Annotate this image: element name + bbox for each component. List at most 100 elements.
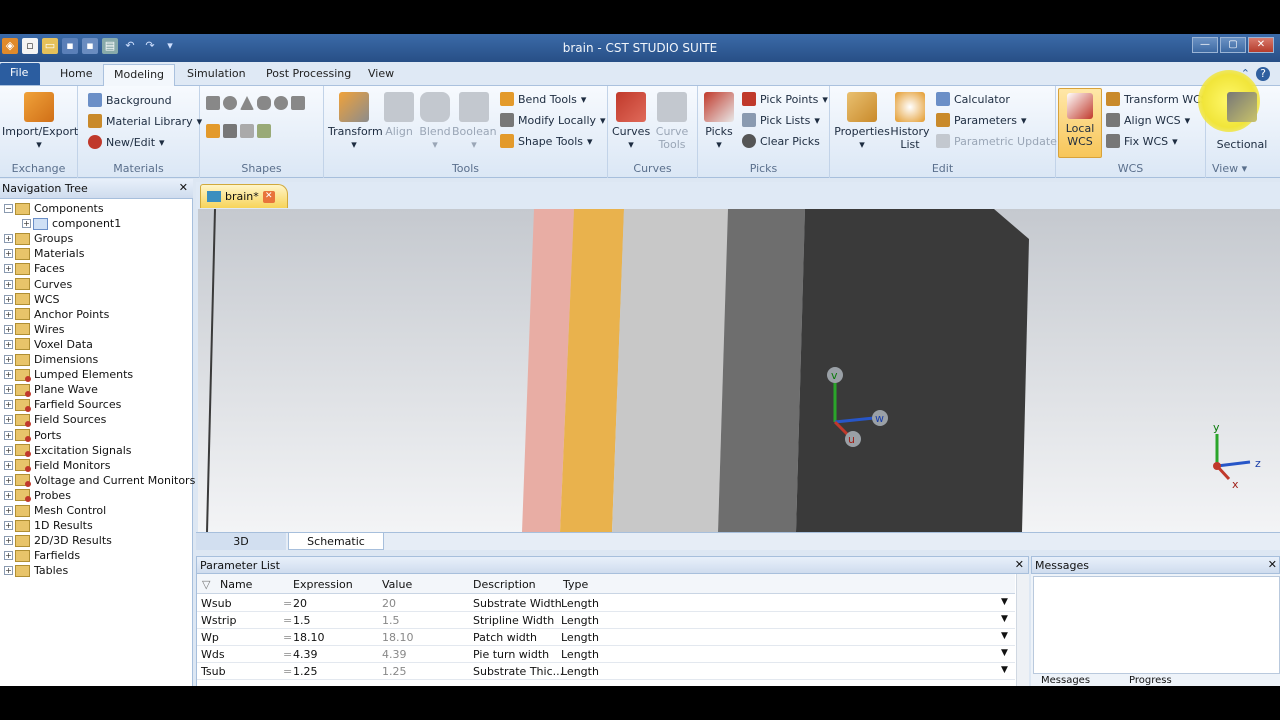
filter-icon[interactable]: ▽ xyxy=(202,578,210,591)
calculator-button[interactable]: Calculator xyxy=(936,92,1010,106)
expand-icon[interactable]: + xyxy=(4,445,13,455)
blend-button[interactable]: Blend ▾ xyxy=(418,92,452,151)
tree-item[interactable]: + Probes xyxy=(0,488,71,503)
pick-lists-button[interactable]: Pick Lists ▾ xyxy=(742,113,820,127)
expand-icon[interactable]: + xyxy=(4,370,13,380)
expand-icon[interactable]: + xyxy=(4,415,13,425)
fix-wcs-button[interactable]: Fix WCS ▾ xyxy=(1106,134,1178,148)
tree-item[interactable]: + Materials xyxy=(0,246,84,261)
cell-expression[interactable]: 20 xyxy=(293,597,307,610)
expand-icon[interactable]: + xyxy=(4,400,13,410)
parameter-table-scrollbar[interactable] xyxy=(1016,574,1029,686)
tree-item[interactable]: + Faces xyxy=(0,261,65,276)
tree-item[interactable]: + Curves xyxy=(0,277,72,292)
tree-item[interactable]: + Plane Wave xyxy=(0,382,98,397)
table-row[interactable]: = Wp 18.10 18.10 Patch width Length ▼ xyxy=(197,629,1015,646)
expand-icon[interactable]: + xyxy=(4,234,13,244)
align-button[interactable]: Align xyxy=(382,92,416,138)
expand-icon[interactable]: + xyxy=(4,566,13,576)
cell-description[interactable]: Stripline Width xyxy=(473,614,554,627)
sectional-view-button[interactable]: Sectional xyxy=(1210,92,1274,151)
tab-post-processing[interactable]: Post Processing xyxy=(256,64,361,86)
expand-icon[interactable]: + xyxy=(4,551,13,561)
sweep-icon[interactable] xyxy=(257,124,271,138)
tree-item[interactable]: + Dimensions xyxy=(0,352,98,367)
tab-schematic[interactable]: Schematic xyxy=(288,533,384,550)
expand-icon[interactable]: + xyxy=(4,324,13,334)
3d-viewport[interactable]: v w u y z x xyxy=(198,209,1280,532)
column-value[interactable]: Value xyxy=(382,578,412,591)
curve-tools-button[interactable]: Curve Tools xyxy=(652,92,692,151)
expand-icon[interactable]: + xyxy=(4,294,13,304)
close-tab-icon[interactable]: ✕ xyxy=(262,190,275,203)
expand-icon[interactable]: + xyxy=(22,219,31,229)
properties-button[interactable]: Properties ▾ xyxy=(834,92,890,151)
extrude-icon[interactable] xyxy=(206,124,220,138)
expand-icon[interactable]: + xyxy=(4,264,13,274)
material-library-button[interactable]: Material Library ▾ xyxy=(88,114,202,128)
tree-item[interactable]: + Voxel Data xyxy=(0,337,93,352)
table-row[interactable]: = Tsub 1.25 1.25 Substrate Thic... Length ▼ xyxy=(197,663,1015,680)
type-dropdown-icon[interactable]: ▼ xyxy=(1001,631,1008,641)
cell-name[interactable]: Wstrip xyxy=(201,614,236,627)
cell-name[interactable]: Tsub xyxy=(201,665,226,678)
cell-expression[interactable]: 4.39 xyxy=(293,648,318,661)
shape-more-icon[interactable] xyxy=(291,96,305,110)
cell-description[interactable]: Substrate Thic... xyxy=(473,665,563,678)
tab-home[interactable]: Home xyxy=(50,64,102,86)
type-dropdown-icon[interactable]: ▼ xyxy=(1001,614,1008,624)
close-button[interactable]: ✕ xyxy=(1248,37,1274,53)
sphere-icon[interactable] xyxy=(223,96,237,110)
parameters-button[interactable]: Parameters ▾ xyxy=(936,113,1027,127)
tree-item[interactable]: + component1 xyxy=(0,216,121,231)
column-expression[interactable]: Expression xyxy=(293,578,353,591)
maximize-button[interactable]: ▢ xyxy=(1220,37,1246,53)
column-type[interactable]: Type xyxy=(563,578,588,591)
tree-item[interactable]: + Field Sources xyxy=(0,412,106,427)
new-edit-material-button[interactable]: New/Edit ▾ xyxy=(88,135,165,149)
clear-picks-button[interactable]: Clear Picks xyxy=(742,134,820,148)
transform-wcs-button[interactable]: Transform WCS xyxy=(1106,92,1208,106)
tree-item[interactable]: + Voltage and Current Monitors xyxy=(0,473,195,488)
cell-expression[interactable]: 1.5 xyxy=(293,614,311,627)
tree-item[interactable]: + Excitation Signals xyxy=(0,443,132,458)
expand-icon[interactable]: + xyxy=(4,355,13,364)
expand-icon[interactable]: + xyxy=(4,521,13,531)
tree-item[interactable]: +1D Results xyxy=(0,518,93,533)
brick-icon[interactable] xyxy=(206,96,220,110)
minimize-button[interactable]: — xyxy=(1192,37,1218,53)
cylinder-icon[interactable] xyxy=(274,96,288,110)
type-dropdown-icon[interactable]: ▼ xyxy=(1001,665,1008,675)
cell-name[interactable]: Wsub xyxy=(201,597,232,610)
tab-modeling[interactable]: Modeling xyxy=(103,64,176,86)
cell-name[interactable]: Wds xyxy=(201,648,225,661)
table-row[interactable]: = Wsub 20 20 Substrate Width Length ▼ xyxy=(197,595,1015,612)
tab-3d[interactable]: 3D xyxy=(196,533,286,550)
boolean-button[interactable]: Boolean ▾ xyxy=(452,92,497,151)
tree-item[interactable]: + Farfield Sources xyxy=(0,397,121,412)
cell-description[interactable]: Patch width xyxy=(473,631,537,644)
shape-tools-button[interactable]: Shape Tools ▾ xyxy=(500,134,593,148)
tab-messages[interactable]: Messages xyxy=(1041,675,1090,686)
cell-description[interactable]: Substrate Width xyxy=(473,597,562,610)
bend-tools-button[interactable]: Bend Tools ▾ xyxy=(500,92,586,106)
cone-icon[interactable] xyxy=(240,96,254,110)
cell-expression[interactable]: 1.25 xyxy=(293,665,318,678)
cell-name[interactable]: Wp xyxy=(201,631,219,644)
loft-icon[interactable] xyxy=(240,124,254,138)
tree-item[interactable]: + Mesh Control xyxy=(0,503,106,518)
close-messages-icon[interactable]: ✕ xyxy=(1268,558,1277,571)
tree-item[interactable]: + WCS xyxy=(0,292,60,307)
cell-expression[interactable]: 18.10 xyxy=(293,631,325,644)
tree-item[interactable]: + Tables xyxy=(0,563,68,578)
column-description[interactable]: Description xyxy=(473,578,536,591)
close-parameter-list-icon[interactable]: ✕ xyxy=(1015,558,1024,571)
expand-icon[interactable]: + xyxy=(4,249,13,259)
expand-icon[interactable]: + xyxy=(4,460,13,470)
expand-icon[interactable]: + xyxy=(4,506,13,515)
expand-icon[interactable]: + xyxy=(4,339,13,349)
tree-item[interactable]: + Farfields xyxy=(0,548,80,563)
local-wcs-button[interactable]: Local WCS xyxy=(1058,88,1102,158)
align-wcs-button[interactable]: Align WCS ▾ xyxy=(1106,113,1190,127)
modify-locally-button[interactable]: Modify Locally ▾ xyxy=(500,113,606,127)
